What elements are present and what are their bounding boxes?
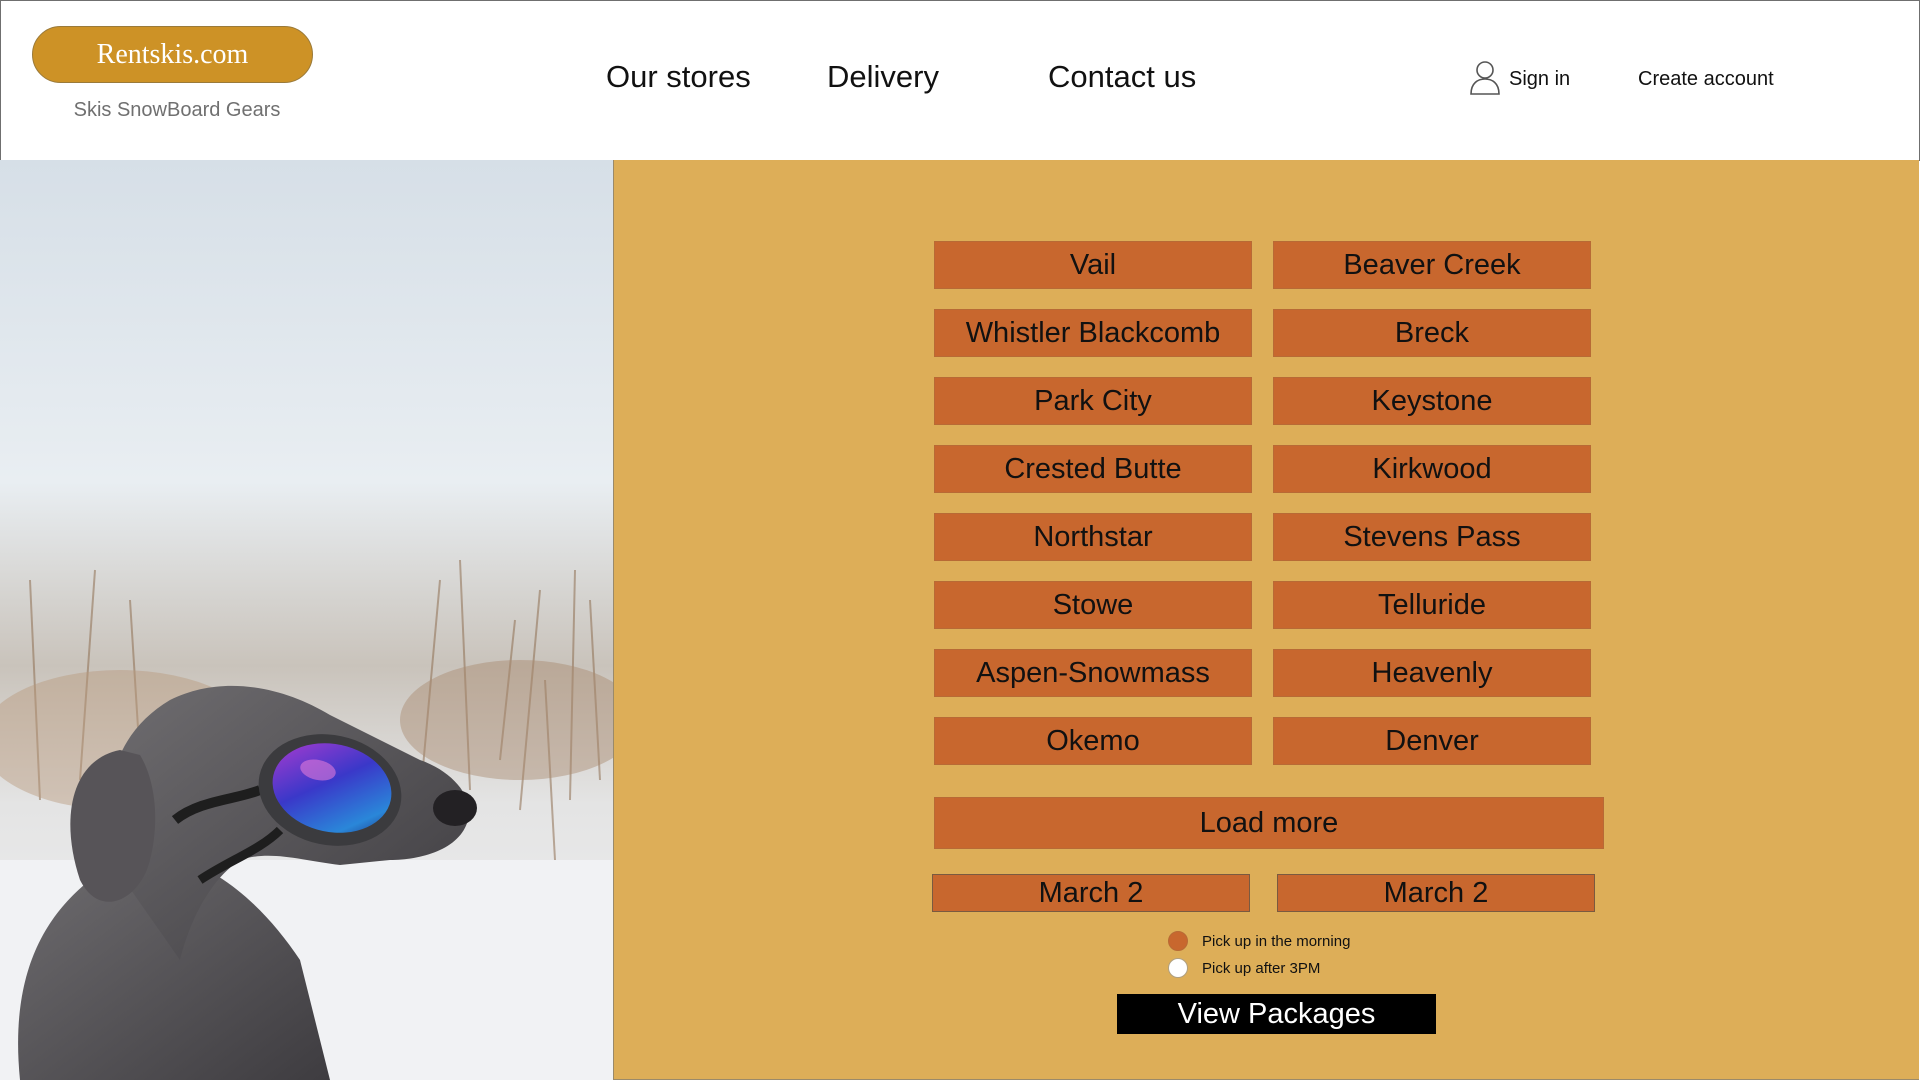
store-button-northstar[interactable]: Northstar bbox=[934, 513, 1252, 561]
store-button-telluride[interactable]: Telluride bbox=[1273, 581, 1591, 629]
sign-in-label: Sign in bbox=[1509, 67, 1571, 90]
store-button-aspen-snowmass[interactable]: Aspen-Snowmass bbox=[934, 649, 1252, 697]
nav-delivery[interactable]: Delivery bbox=[827, 59, 939, 95]
user-icon bbox=[1469, 59, 1501, 100]
store-button-stevens-pass[interactable]: Stevens Pass bbox=[1273, 513, 1591, 561]
pickup-morning-option[interactable]: Pick up in the morning bbox=[1168, 930, 1350, 952]
pickup-afternoon-option[interactable]: Pick up after 3PM bbox=[1168, 957, 1320, 979]
dog-wearing-ski-goggles-photo bbox=[0, 160, 613, 1080]
radio-selected-icon[interactable] bbox=[1168, 931, 1188, 951]
nav-contact-us[interactable]: Contact us bbox=[1048, 59, 1196, 95]
pickup-morning-label: Pick up in the morning bbox=[1202, 932, 1351, 950]
store-button-vail[interactable]: Vail bbox=[934, 241, 1252, 289]
start-date-picker[interactable]: March 2 bbox=[932, 874, 1250, 912]
site-header: Rentskis.com Skis SnowBoard Gears Our st… bbox=[0, 0, 1920, 161]
end-date-picker[interactable]: March 2 bbox=[1277, 874, 1595, 912]
store-button-denver[interactable]: Denver bbox=[1273, 717, 1591, 765]
store-button-beaver-creek[interactable]: Beaver Creek bbox=[1273, 241, 1591, 289]
brand-tagline: Skis SnowBoard Gears bbox=[73, 99, 281, 121]
site-logo[interactable]: Rentskis.com bbox=[32, 26, 313, 83]
store-button-keystone[interactable]: Keystone bbox=[1273, 377, 1591, 425]
load-more-button[interactable]: Load more bbox=[934, 797, 1604, 849]
sign-in-link[interactable]: Sign in bbox=[1469, 59, 1571, 100]
store-button-heavenly[interactable]: Heavenly bbox=[1273, 649, 1591, 697]
store-button-breck[interactable]: Breck bbox=[1273, 309, 1591, 357]
store-button-kirkwood[interactable]: Kirkwood bbox=[1273, 445, 1591, 493]
view-packages-button[interactable]: View Packages bbox=[1117, 994, 1436, 1034]
store-button-whistler-blackcomb[interactable]: Whistler Blackcomb bbox=[934, 309, 1252, 357]
store-button-okemo[interactable]: Okemo bbox=[934, 717, 1252, 765]
pickup-afternoon-label: Pick up after 3PM bbox=[1202, 959, 1321, 977]
store-button-crested-butte[interactable]: Crested Butte bbox=[934, 445, 1252, 493]
nav-our-stores[interactable]: Our stores bbox=[606, 59, 751, 95]
store-button-park-city[interactable]: Park City bbox=[934, 377, 1252, 425]
create-account-link[interactable]: Create account bbox=[1638, 68, 1774, 91]
store-button-stowe[interactable]: Stowe bbox=[934, 581, 1252, 629]
radio-unselected-icon[interactable] bbox=[1168, 958, 1188, 978]
